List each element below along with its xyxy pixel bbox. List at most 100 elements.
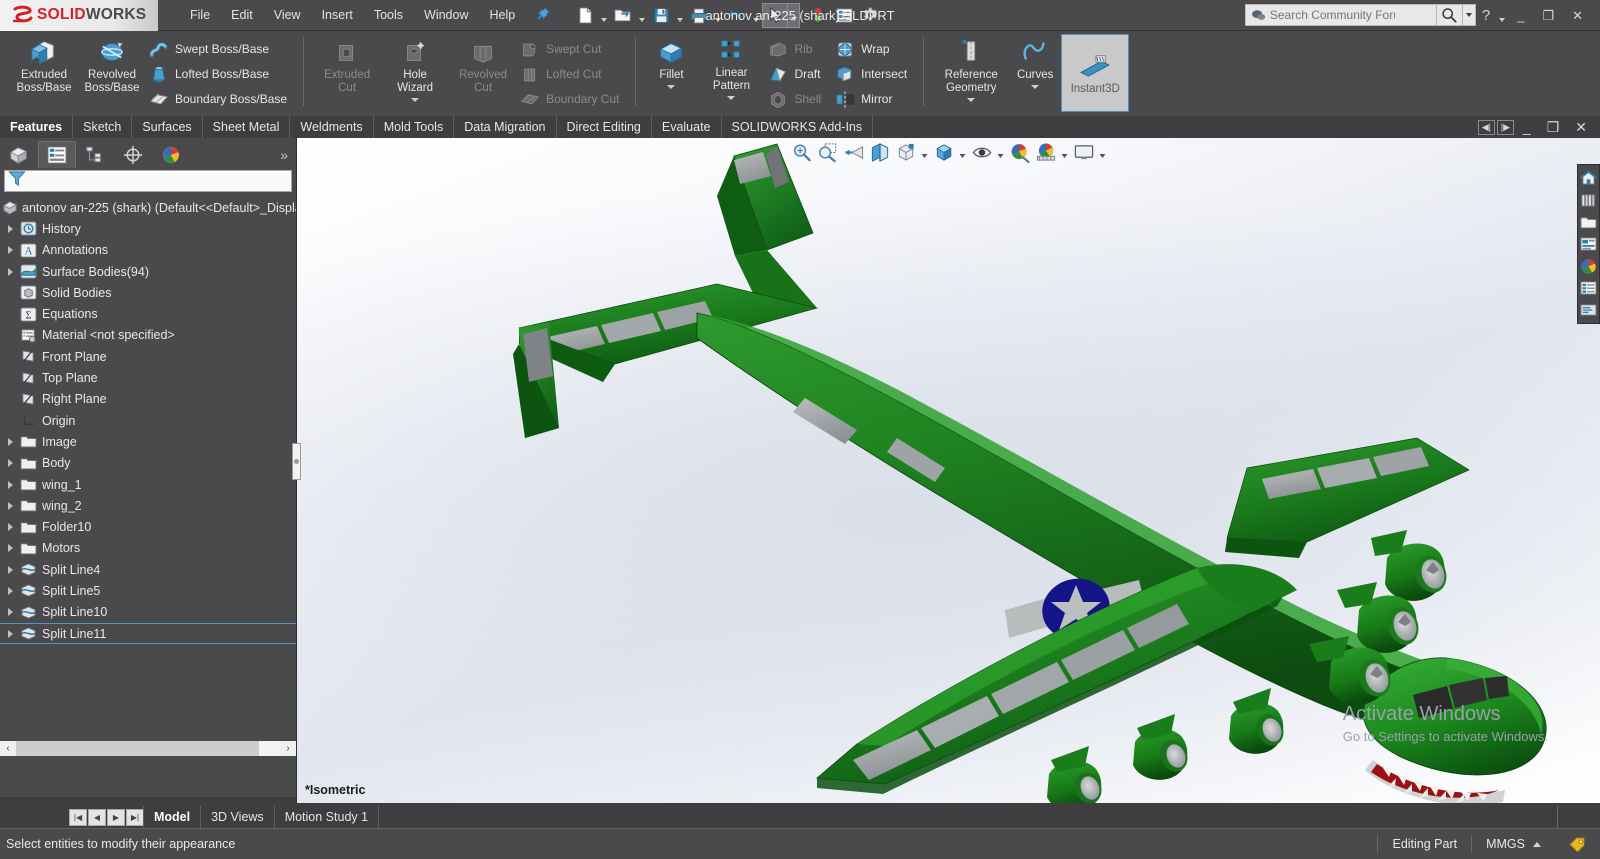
tree-item-origin[interactable]: Origin xyxy=(0,410,296,431)
edit-appearance-button[interactable] xyxy=(1007,140,1032,165)
tab-weldments[interactable]: Weldments xyxy=(290,116,374,138)
dimxpert-manager-tab[interactable] xyxy=(114,141,152,168)
select-tool-caret[interactable] xyxy=(788,2,801,28)
feature-tree-horizontal-scrollbar[interactable]: ‹ › xyxy=(0,740,296,757)
tree-item-equations[interactable]: Σ Equations xyxy=(0,303,296,324)
tree-item-right-plane[interactable]: Right Plane xyxy=(0,389,296,410)
solidworks-resources-button[interactable] xyxy=(1578,167,1599,189)
pin-icon[interactable] xyxy=(536,6,550,24)
minimize-doc-button[interactable]: _ xyxy=(1516,119,1538,135)
menu-view[interactable]: View xyxy=(264,3,311,27)
curves-button[interactable]: Curves xyxy=(1009,34,1061,89)
minimize-button[interactable]: _ xyxy=(1508,0,1533,31)
mirror-button[interactable]: Mirror xyxy=(832,87,914,111)
search-input[interactable] xyxy=(1266,8,1395,22)
tree-item-image[interactable]: Image xyxy=(0,431,296,452)
previous-view-button[interactable] xyxy=(841,140,866,165)
fillet-button[interactable]: Fillet xyxy=(645,34,697,89)
display-style-caret[interactable] xyxy=(957,140,968,165)
zoom-to-fit-button[interactable] xyxy=(789,140,814,165)
feature-filter-input[interactable] xyxy=(26,174,276,188)
tree-item-wing-1[interactable]: wing_1 xyxy=(0,474,296,495)
folder10-arrow[interactable] xyxy=(2,523,18,532)
solidworks-forum-button[interactable] xyxy=(1578,299,1599,321)
reference-geometry-caret[interactable] xyxy=(967,95,976,102)
scroll-left-arrow[interactable]: ‹ xyxy=(0,741,16,756)
tree-item-split-line11[interactable]: Split Line11 xyxy=(0,622,296,645)
split-line10-arrow[interactable] xyxy=(2,608,18,617)
panel-splitter-handle[interactable] xyxy=(292,443,301,480)
apply-scene-button[interactable] xyxy=(1033,140,1058,165)
tree-root-item[interactable]: antonov an-225 (shark) (Default<<Default… xyxy=(0,197,296,218)
search-options-caret[interactable] xyxy=(1462,4,1476,26)
instant3d-button[interactable]: Instant3D xyxy=(1061,34,1130,112)
tab-solidworks-add-ins[interactable]: SOLIDWORKS Add-Ins xyxy=(722,116,874,138)
units-caret-icon[interactable] xyxy=(1533,841,1541,847)
split-line4-arrow[interactable] xyxy=(2,565,18,574)
options-gear-button[interactable] xyxy=(857,3,883,28)
tab-motion-study-1[interactable]: Motion Study 1 xyxy=(273,806,380,828)
tree-item-folder10[interactable]: Folder10 xyxy=(0,516,296,537)
fillet-caret[interactable] xyxy=(667,82,676,89)
scroll-thumb[interactable] xyxy=(16,741,259,756)
rebuild-button[interactable] xyxy=(805,3,831,28)
units-status[interactable]: MMGS xyxy=(1471,835,1555,853)
linear-pattern-caret[interactable] xyxy=(727,93,736,100)
close-doc-button[interactable]: ✕ xyxy=(1568,119,1594,136)
save-document-button[interactable] xyxy=(648,3,674,28)
tree-item-body[interactable]: Body xyxy=(0,453,296,474)
last-tab-button[interactable]: ▶| xyxy=(126,808,144,826)
open-document-caret[interactable] xyxy=(636,3,648,28)
menu-file[interactable]: File xyxy=(180,3,220,27)
revolved-boss-base-button[interactable]: Revolved Boss/Base xyxy=(78,34,146,95)
tree-item-wing-2[interactable]: wing_2 xyxy=(0,495,296,516)
menu-insert[interactable]: Insert xyxy=(312,3,363,27)
print-document-button[interactable] xyxy=(686,3,712,28)
display-monitor-button[interactable] xyxy=(1071,140,1096,165)
image-arrow[interactable] xyxy=(2,437,18,446)
print-document-caret[interactable] xyxy=(712,3,724,28)
tree-item-surface-bodies[interactable]: Surface Bodies(94) xyxy=(0,261,296,282)
motors-arrow[interactable] xyxy=(2,544,18,553)
open-document-button[interactable] xyxy=(610,3,636,28)
next-tab-button[interactable]: ▶ xyxy=(107,808,125,826)
close-button[interactable]: ✕ xyxy=(1563,0,1592,31)
file-properties-button[interactable] xyxy=(831,3,857,28)
undo-caret[interactable] xyxy=(750,3,762,28)
wrap-button[interactable]: Wrap xyxy=(832,37,914,61)
menu-help[interactable]: Help xyxy=(480,3,526,27)
new-document-button[interactable] xyxy=(572,3,598,28)
design-library-button[interactable] xyxy=(1578,189,1599,211)
menu-window[interactable]: Window xyxy=(414,3,478,27)
lofted-boss-base-button[interactable]: Lofted Boss/Base xyxy=(146,62,294,86)
tree-item-material[interactable]: Material <not specified> xyxy=(0,325,296,346)
view-palette-button[interactable] xyxy=(1578,233,1599,255)
annotations-arrow[interactable] xyxy=(2,246,18,255)
tree-item-front-plane[interactable]: Front Plane xyxy=(0,346,296,367)
undo-button[interactable] xyxy=(724,3,750,28)
help-button[interactable]: ? xyxy=(1476,7,1496,24)
hole-wizard-caret[interactable] xyxy=(411,95,420,102)
tree-item-annotations[interactable]: A Annotations xyxy=(0,240,296,261)
tab-features[interactable]: Features xyxy=(0,116,74,138)
tree-item-split-line10[interactable]: Split Line10 xyxy=(0,602,296,623)
appearances-scenes-button[interactable] xyxy=(1578,255,1599,277)
tab-evaluate[interactable]: Evaluate xyxy=(652,116,722,138)
display-style-button[interactable] xyxy=(931,140,956,165)
apply-scene-caret[interactable] xyxy=(1059,140,1070,165)
display-manager-tab[interactable] xyxy=(152,141,190,168)
curves-caret[interactable] xyxy=(1031,82,1040,89)
save-document-caret[interactable] xyxy=(674,3,686,28)
tree-item-split-line4[interactable]: Split Line4 xyxy=(0,559,296,580)
display-monitor-caret[interactable] xyxy=(1097,140,1108,165)
expand-right-button[interactable]: |▶ xyxy=(1496,119,1514,135)
search-button[interactable] xyxy=(1436,4,1463,26)
split-line5-arrow[interactable] xyxy=(2,586,18,595)
view-orientation-button[interactable] xyxy=(893,140,918,165)
hole-wizard-button[interactable]: Hole Wizard xyxy=(381,34,449,102)
restore-doc-button[interactable]: ❐ xyxy=(1540,119,1567,136)
property-manager-tab[interactable] xyxy=(38,141,76,168)
help-caret[interactable] xyxy=(1496,3,1508,28)
tree-item-motors[interactable]: Motors xyxy=(0,538,296,559)
view-orientation-caret[interactable] xyxy=(919,140,930,165)
